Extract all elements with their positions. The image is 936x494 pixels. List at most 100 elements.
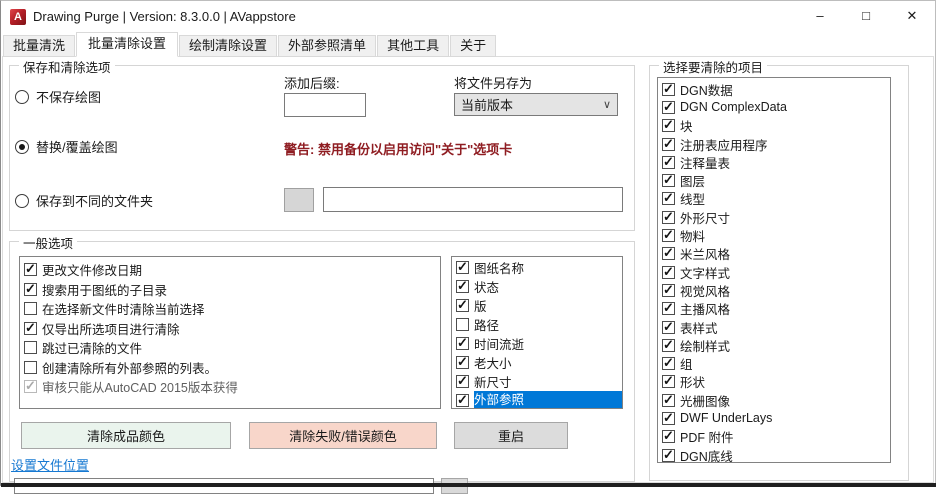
- purge-item-row[interactable]: 绘制样式: [658, 336, 890, 354]
- backup-warning-text: 警告: 禁用备份以启用访问"关于"选项卡: [284, 139, 512, 158]
- checkbox-icon: [24, 322, 37, 335]
- checkbox-icon: [662, 357, 675, 370]
- purge-item-label: DGN数据: [680, 80, 733, 99]
- purge-item-row[interactable]: DGN ComplexData: [658, 98, 890, 116]
- window-title: Drawing Purge | Version: 8.3.0.0 | AVapp…: [33, 1, 296, 33]
- purge-item-label: 注册表应用程序: [680, 135, 768, 154]
- general-option-label: 搜索用于图纸的子目录: [42, 280, 167, 299]
- maximize-button[interactable]: □: [843, 1, 889, 33]
- purge-item-label: 注释量表: [680, 153, 730, 172]
- save-option-radio[interactable]: 不保存绘图: [15, 87, 101, 106]
- column-option-row[interactable]: 时间流逝: [452, 334, 622, 353]
- tab-label: 批量清洗: [13, 38, 65, 53]
- checkbox-icon: [662, 302, 675, 315]
- column-option-row[interactable]: 状态: [452, 277, 622, 296]
- tab-label: 关于: [460, 38, 486, 53]
- purge-item-row[interactable]: 块: [658, 117, 890, 135]
- save-option-radio[interactable]: 替换/覆盖绘图: [15, 137, 118, 156]
- column-option-row[interactable]: 版: [452, 296, 622, 315]
- tab-item[interactable]: 外部参照清单: [278, 35, 376, 57]
- purge-item-row[interactable]: 注释量表: [658, 153, 890, 171]
- purge-item-label: 视觉风格: [680, 281, 730, 300]
- column-option-row[interactable]: 外部参照: [452, 391, 622, 409]
- purge-item-row[interactable]: 文字样式: [658, 263, 890, 281]
- general-option-label: 跳过已清除的文件: [42, 338, 142, 357]
- column-option-row[interactable]: 图纸名称: [452, 258, 622, 277]
- save-option-radio[interactable]: 保存到不同的文件夹: [15, 191, 153, 210]
- general-option-row[interactable]: 更改文件修改日期: [20, 260, 440, 280]
- save-as-dropdown[interactable]: 当前版本 ∨: [454, 93, 618, 116]
- checkbox-icon: [456, 261, 469, 274]
- purge-item-row[interactable]: DWF UnderLays: [658, 409, 890, 427]
- purge-fail-color-button[interactable]: 清除失败/错误颜色: [249, 422, 437, 449]
- general-option-row[interactable]: 审核只能从AutoCAD 2015版本获得: [20, 377, 440, 397]
- radio-label: 不保存绘图: [36, 87, 101, 106]
- checkbox-icon: [662, 339, 675, 352]
- suffix-label: 添加后缀:: [284, 73, 340, 92]
- purge-item-label: 线型: [680, 189, 705, 208]
- purge-items-list: DGN数据 DGN ComplexData 块 注册表应用程序 注释量表 图层 …: [657, 77, 891, 463]
- general-option-row[interactable]: 跳过已清除的文件: [20, 338, 440, 358]
- purge-item-row[interactable]: 注册表应用程序: [658, 135, 890, 153]
- purge-item-row[interactable]: 外形尺寸: [658, 208, 890, 226]
- purge-item-row[interactable]: DGN数据: [658, 80, 890, 98]
- purge-item-row[interactable]: 主播风格: [658, 300, 890, 318]
- purge-item-row[interactable]: 视觉风格: [658, 281, 890, 299]
- general-option-row[interactable]: 在选择新文件时清除当前选择: [20, 299, 440, 319]
- checkbox-icon: [662, 375, 675, 388]
- column-option-label: 时间流逝: [474, 334, 524, 353]
- purge-item-row[interactable]: 光栅图像: [658, 391, 890, 409]
- purge-item-row[interactable]: 组: [658, 354, 890, 372]
- purge-item-row[interactable]: DGN底线: [658, 446, 890, 463]
- column-option-row[interactable]: 老大小: [452, 353, 622, 372]
- column-option-row[interactable]: 新尺寸: [452, 372, 622, 391]
- checkbox-icon: [662, 321, 675, 334]
- checkbox-icon: [24, 341, 37, 354]
- purge-item-label: 光栅图像: [680, 391, 730, 410]
- save-as-label: 将文件另存为: [454, 73, 532, 92]
- purge-item-label: 图层: [680, 171, 705, 190]
- close-button[interactable]: ✕: [889, 1, 935, 33]
- purge-items-group-title: 选择要清除的项目: [659, 57, 767, 76]
- tab-strip: 批量清洗 批量清除设置 绘制清除设置 外部参照清单 其他工具 关于: [3, 34, 497, 57]
- purge-item-label: 主播风格: [680, 299, 730, 318]
- purge-item-label: 表样式: [680, 318, 718, 337]
- purge-success-color-button[interactable]: 清除成品颜色: [21, 422, 231, 449]
- checkbox-icon: [456, 375, 469, 388]
- purge-item-row[interactable]: 物料: [658, 226, 890, 244]
- column-option-label: 状态: [474, 277, 499, 296]
- suffix-input[interactable]: [284, 93, 366, 117]
- tab-label: 其他工具: [387, 38, 439, 53]
- tab-item[interactable]: 绘制清除设置: [179, 35, 277, 57]
- purge-item-row[interactable]: 米兰风格: [658, 245, 890, 263]
- purge-item-row[interactable]: 形状: [658, 373, 890, 391]
- purge-item-row[interactable]: PDF 附件: [658, 428, 890, 446]
- checkbox-icon: [662, 156, 675, 169]
- tab-label: 外部参照清单: [288, 38, 366, 53]
- general-option-row[interactable]: 搜索用于图纸的子目录: [20, 280, 440, 300]
- general-option-row[interactable]: 创建清除所有外部参照的列表。: [20, 358, 440, 378]
- purge-item-row[interactable]: 表样式: [658, 318, 890, 336]
- tab-item[interactable]: 其他工具: [377, 35, 449, 57]
- minimize-button[interactable]: –: [797, 1, 843, 33]
- purge-item-row[interactable]: 图层: [658, 171, 890, 189]
- tab-item[interactable]: 批量清除设置: [76, 32, 178, 57]
- radio-label: 替换/覆盖绘图: [36, 137, 118, 156]
- set-file-location-link[interactable]: 设置文件位置: [11, 455, 89, 474]
- browse-folder-button[interactable]: [284, 188, 314, 212]
- checkbox-icon: [662, 83, 675, 96]
- general-option-label: 在选择新文件时清除当前选择: [42, 299, 205, 318]
- purge-item-row[interactable]: 线型: [658, 190, 890, 208]
- purge-item-label: 组: [680, 354, 693, 373]
- checkbox-icon: [662, 412, 675, 425]
- tab-item[interactable]: 批量清洗: [3, 35, 75, 57]
- purge-item-label: 米兰风格: [680, 244, 730, 263]
- checkbox-icon: [662, 449, 675, 462]
- tab-item[interactable]: 关于: [450, 35, 496, 57]
- checkbox-icon: [24, 263, 37, 276]
- folder-path-input[interactable]: [323, 187, 623, 212]
- column-option-label: 老大小: [474, 353, 512, 372]
- general-option-row[interactable]: 仅导出所选项目进行清除: [20, 319, 440, 339]
- column-option-row[interactable]: 路径: [452, 315, 622, 334]
- restart-button[interactable]: 重启: [454, 422, 568, 449]
